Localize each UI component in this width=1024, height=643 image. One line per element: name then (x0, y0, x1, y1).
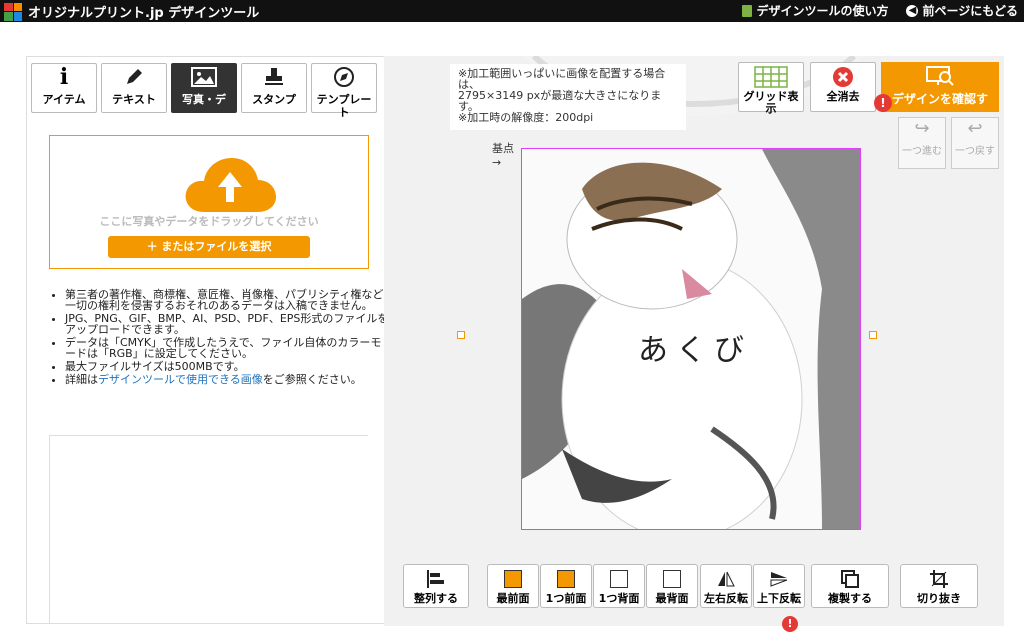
logo[interactable]: オリジナルプリント.jp デザインツール (4, 2, 259, 21)
uploaded-images-list[interactable] (49, 435, 368, 624)
arrange-toolbar: 整列する 最前面 1つ前面 1つ背面 最背面 左右反転 上下反転 複製する 切り… (403, 564, 983, 612)
tool-tabs: i アイテム テキスト 写真・デ スタンプ テンプレート (31, 63, 377, 119)
note-colormode: データは「CMYK」で作成したうえで、ファイル自体のカラーモードは「RGB」に設… (65, 337, 391, 359)
upload-dropzone[interactable]: ここに写真やデータをドラッグしてください ＋ またはファイルを選択 (49, 135, 369, 269)
alert-icon: ! (874, 94, 892, 112)
clear-icon (811, 63, 875, 91)
note-details: 詳細はデザインツールで使用できる画像をご参照ください。 (65, 374, 391, 385)
resize-handle-right[interactable] (869, 331, 877, 339)
grid-toggle-button[interactable]: グリッド表示 (738, 62, 804, 115)
note-filesize: 最大ファイルサイズは500MBです。 (65, 361, 391, 372)
image-icon (172, 64, 236, 90)
howto-link[interactable]: デザインツールの使い方 (742, 2, 888, 19)
flip-horizontal-button[interactable]: 左右反転 (700, 564, 752, 608)
logo-text: オリジナルプリント.jp デザインツール (28, 6, 260, 21)
resize-handle-left[interactable] (457, 331, 465, 339)
duplicate-button[interactable]: 複製する (811, 564, 889, 608)
back-icon: ◀ (906, 4, 919, 17)
flip-vertical-icon (754, 565, 804, 593)
book-icon (742, 4, 753, 17)
info-icon: i (59, 64, 69, 90)
select-file-button[interactable]: ＋ またはファイルを選択 (108, 236, 310, 258)
bring-front-icon (488, 565, 538, 593)
confirm-design-button[interactable]: デザインを確認す (881, 62, 999, 112)
align-icon (404, 565, 468, 593)
pen-icon (102, 64, 166, 90)
stamp-icon (242, 64, 306, 90)
redo-icon: ↪ (914, 118, 930, 139)
tab-stamp[interactable]: スタンプ (241, 63, 307, 113)
crop-button[interactable]: 切り抜き (900, 564, 978, 608)
tab-text[interactable]: テキスト (101, 63, 167, 113)
usable-images-link[interactable]: デザインツールで使用できる画像 (98, 373, 263, 386)
base-point-label: 基点 → (492, 142, 514, 169)
back-link[interactable]: ◀ 前ページにもどる (906, 2, 1018, 19)
cloud-upload-icon (185, 158, 276, 212)
selected-image[interactable]: あくび (521, 148, 861, 530)
flip-vertical-button[interactable]: 上下反転 (753, 564, 805, 608)
note-formats: JPG、PNG、GIF、BMP、AI、PSD、PDF、EPS形式のファイルをアッ… (65, 313, 391, 335)
upload-notes: 第三者の著作権、商標権、意匠権、肖像権、パブリシティ権など一切の権利を侵害するお… (49, 289, 391, 387)
grid-icon (739, 63, 803, 91)
clear-all-button[interactable]: 全消去 (810, 62, 876, 112)
align-button[interactable]: 整列する (403, 564, 469, 608)
duplicate-icon (812, 565, 888, 593)
drag-instruction: ここに写真やデータをドラッグしてください (99, 215, 319, 228)
send-back-icon (647, 565, 697, 593)
send-backward-button[interactable]: 1つ背面 (593, 564, 645, 608)
bring-to-front-button[interactable]: 最前面 (487, 564, 539, 608)
left-panel: i アイテム テキスト 写真・デ スタンプ テンプレート ここに写真やデータをド… (26, 56, 388, 624)
flip-horizontal-icon (701, 565, 751, 593)
top-bar: オリジナルプリント.jp デザインツール デザインツールの使い方 ◀ 前ページに… (0, 0, 1024, 22)
note-copyright: 第三者の著作権、商標権、意匠権、肖像権、パブリシティ権など一切の権利を侵害するお… (65, 289, 391, 311)
send-to-back-button[interactable]: 最背面 (646, 564, 698, 608)
compass-icon (312, 64, 376, 90)
tab-photo[interactable]: 写真・デ (171, 63, 237, 113)
send-backward-icon (594, 565, 644, 593)
monitor-search-icon (881, 62, 999, 90)
undo-icon: ↩ (967, 118, 983, 139)
crop-icon (901, 565, 977, 593)
redo-button[interactable]: ↪ 一つ進む (898, 117, 946, 169)
design-text[interactable]: あくび (638, 325, 752, 369)
bring-forward-icon (541, 565, 591, 593)
tab-template[interactable]: テンプレート (311, 63, 377, 119)
print-area-info: ※加工範囲いっぱいに画像を配置する場合は、 2795×3149 pxが最適な大き… (450, 64, 686, 130)
logo-icon (4, 2, 22, 21)
undo-button[interactable]: ↩ 一つ戻す (951, 117, 999, 169)
alert-icon-bottom: ! (782, 616, 798, 632)
tab-item[interactable]: i アイテム (31, 63, 97, 113)
bring-forward-button[interactable]: 1つ前面 (540, 564, 592, 608)
